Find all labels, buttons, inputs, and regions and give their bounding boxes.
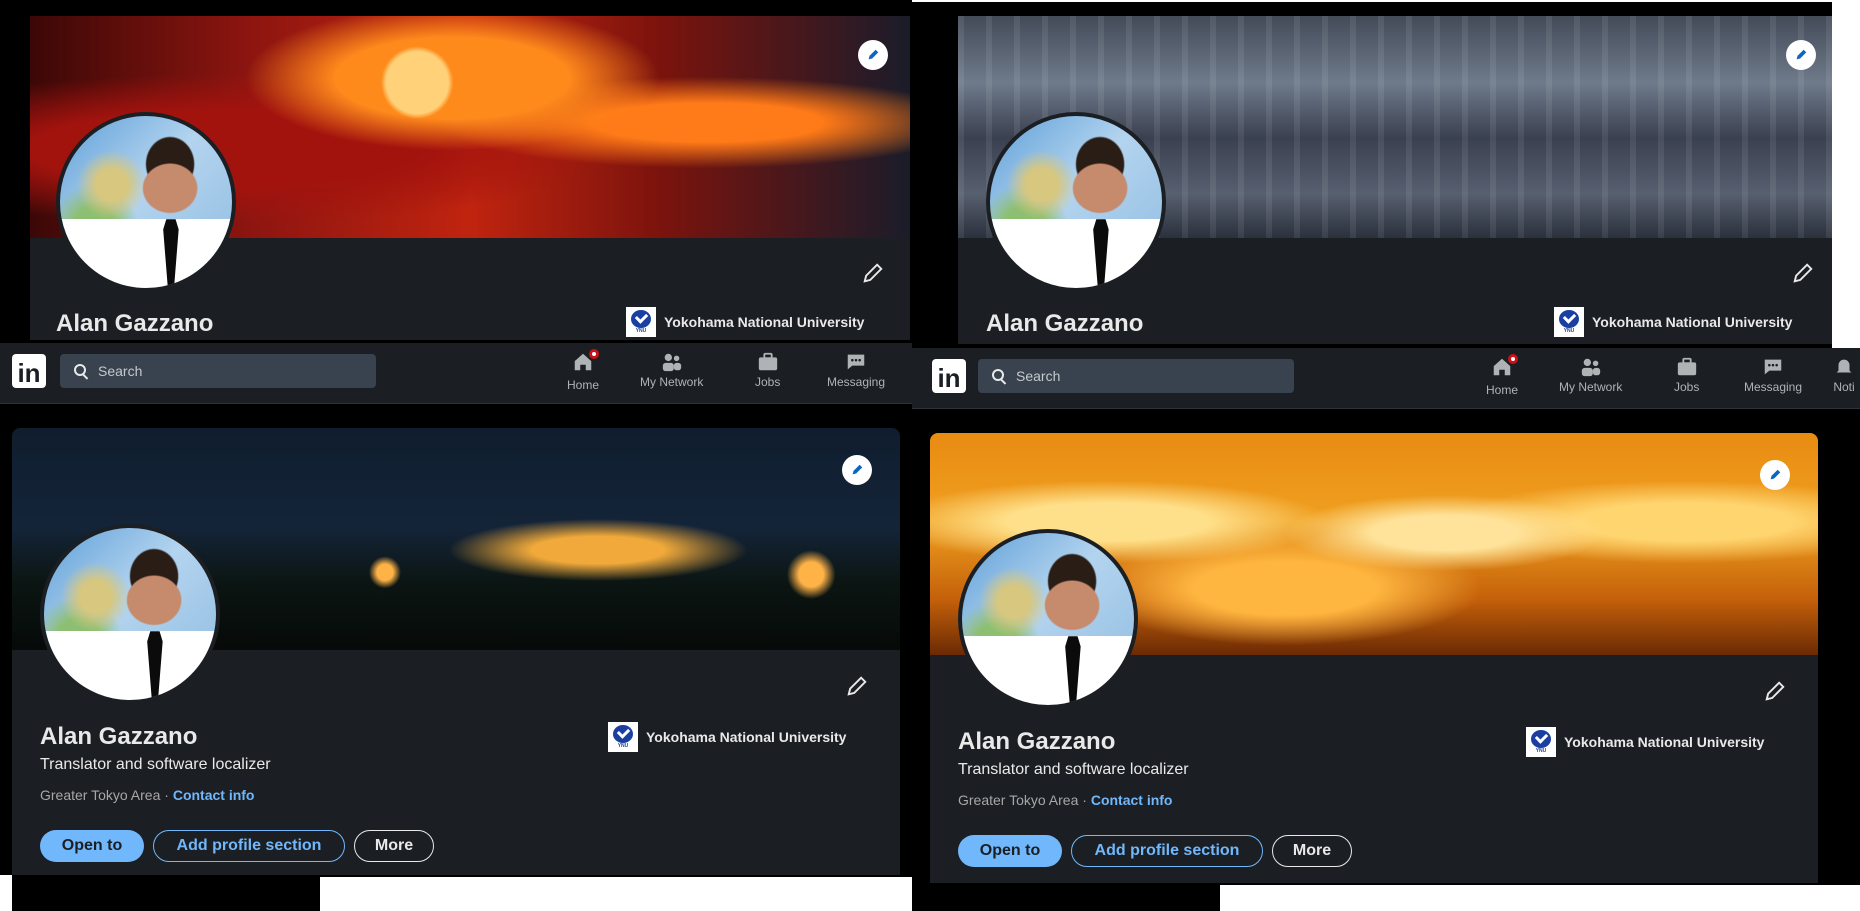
divider — [1220, 885, 1860, 911]
contact-info-link[interactable]: Contact info — [173, 787, 255, 803]
search-icon — [992, 369, 1006, 383]
school-name: Yokohama National University — [664, 314, 865, 330]
contact-info-link[interactable]: Contact info — [1091, 792, 1173, 808]
school-logo: YNU — [1526, 727, 1556, 757]
nav-jobs[interactable]: Jobs — [1674, 356, 1699, 394]
top-navbar: in Search Home My Network Jobs Messaging — [0, 343, 912, 404]
edit-cover-button[interactable] — [842, 455, 872, 485]
avatar[interactable] — [40, 524, 220, 704]
pencil-icon — [863, 263, 883, 283]
briefcase-icon — [758, 352, 777, 371]
nav-my-network[interactable]: My Network — [640, 351, 703, 389]
pencil-icon — [1793, 263, 1813, 283]
profile-name: Alan Gazzano — [958, 728, 1116, 755]
school-link[interactable]: YNU Yokohama National University — [1554, 307, 1792, 337]
profile-name: Alan Gazzano — [56, 310, 214, 337]
school-link[interactable]: YNU Yokohama National University — [608, 722, 846, 752]
edit-cover-button[interactable] — [858, 40, 888, 70]
profile-name: Alan Gazzano — [40, 723, 198, 750]
add-profile-section-button[interactable]: Add profile section — [1071, 835, 1263, 867]
school-link[interactable]: YNU Yokohama National University — [1526, 727, 1764, 757]
nav-notifications[interactable]: Noti — [1832, 356, 1856, 394]
school-name: Yokohama National University — [1592, 314, 1793, 330]
nav-home[interactable]: Home — [1486, 352, 1520, 397]
briefcase-icon — [1677, 357, 1696, 376]
divider — [1832, 0, 1860, 348]
profile-headline: Translator and software localizer — [40, 756, 271, 773]
more-button[interactable]: More — [354, 830, 434, 862]
school-logo: YNU — [608, 722, 638, 752]
profile-name: Alan Gazzano — [986, 310, 1144, 337]
notification-badge — [587, 347, 601, 361]
nav-messaging[interactable]: Messaging — [827, 351, 885, 389]
more-button[interactable]: More — [1272, 835, 1352, 867]
chat-icon — [1764, 359, 1782, 375]
avatar[interactable] — [986, 112, 1166, 292]
nav-home[interactable]: Home — [567, 347, 601, 392]
edit-cover-button[interactable] — [1786, 40, 1816, 70]
search-icon — [74, 364, 88, 378]
edit-intro-button[interactable] — [844, 673, 870, 699]
notification-badge — [1506, 352, 1520, 366]
school-logo: YNU — [1554, 307, 1584, 337]
pencil-icon — [1770, 469, 1781, 480]
edit-intro-button[interactable] — [1762, 678, 1788, 704]
add-profile-section-button[interactable]: Add profile section — [153, 830, 345, 862]
school-link[interactable]: YNU Yokohama National University — [626, 307, 864, 337]
open-to-button[interactable]: Open to — [40, 830, 144, 862]
people-icon — [662, 353, 681, 372]
avatar[interactable] — [958, 529, 1138, 709]
edit-intro-button[interactable] — [1790, 260, 1816, 286]
divider — [320, 877, 912, 911]
school-logo: YNU — [626, 307, 656, 337]
profile-location: Greater Tokyo Area · Contact info — [958, 792, 1173, 808]
edit-cover-button[interactable] — [1760, 460, 1790, 490]
profile-headline: Translator and software localizer — [958, 761, 1189, 778]
linkedin-logo[interactable]: in — [932, 359, 966, 393]
divider — [912, 0, 1860, 2]
divider — [0, 875, 12, 911]
chat-icon — [847, 354, 865, 370]
open-to-button[interactable]: Open to — [958, 835, 1062, 867]
avatar[interactable] — [56, 112, 236, 292]
nav-my-network[interactable]: My Network — [1559, 356, 1622, 394]
school-name: Yokohama National University — [646, 729, 847, 745]
school-name: Yokohama National University — [1564, 734, 1765, 750]
linkedin-logo[interactable]: in — [12, 354, 46, 388]
pencil-icon — [868, 49, 879, 60]
pencil-icon — [1765, 681, 1785, 701]
bell-icon — [1836, 359, 1852, 373]
edit-intro-button[interactable] — [860, 260, 886, 286]
nav-messaging[interactable]: Messaging — [1744, 356, 1802, 394]
top-navbar: in Search Home My Network Jobs Messaging… — [912, 348, 1860, 409]
pencil-icon — [847, 676, 867, 696]
nav-jobs[interactable]: Jobs — [755, 351, 780, 389]
search-input[interactable]: Search — [978, 359, 1294, 393]
pencil-icon — [852, 464, 863, 475]
people-icon — [1581, 358, 1600, 377]
search-input[interactable]: Search — [60, 354, 376, 388]
pencil-icon — [1796, 49, 1807, 60]
profile-location: Greater Tokyo Area · Contact info — [40, 787, 255, 803]
